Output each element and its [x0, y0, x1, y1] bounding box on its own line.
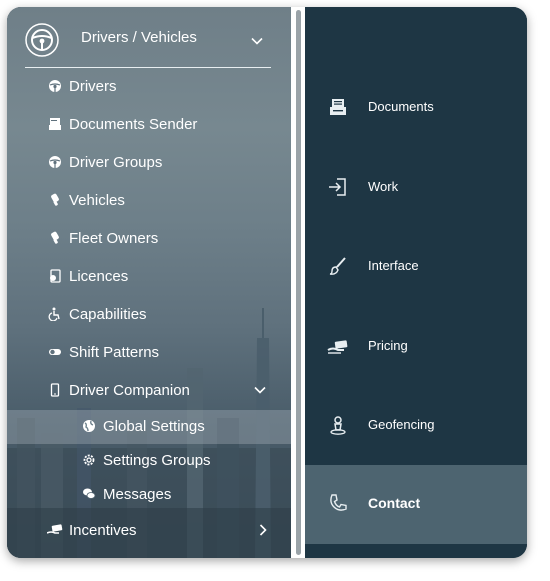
toggle-icon — [47, 344, 63, 360]
submenu-item-label: Settings Groups — [103, 451, 211, 469]
settings-nav-interface[interactable]: Interface — [305, 228, 527, 307]
main-menu-panel: Drivers / Vehicles Drivers Documents Sen… — [7, 7, 291, 558]
steering-wheel-icon — [47, 78, 63, 94]
menu-item-label: Vehicles — [69, 191, 125, 209]
settings-nav-pricing[interactable]: Pricing — [305, 308, 527, 387]
location-person-icon — [330, 416, 346, 435]
menu-item-label: Drivers — [69, 77, 117, 95]
menu-item-licences[interactable]: Licences — [47, 264, 128, 288]
menu-item-label: Licences — [69, 267, 129, 285]
menu-item-drivers[interactable]: Drivers — [47, 74, 117, 98]
menu-item-label: Capabilities — [69, 305, 147, 323]
menu-item-label: Driver Groups — [69, 153, 163, 171]
submenu-item-label: Messages — [103, 485, 172, 503]
phone-handset-icon — [330, 494, 347, 511]
settings-nav-label: Pricing — [368, 338, 408, 353]
money-hand-icon — [47, 522, 63, 538]
settings-nav-label: Contact — [368, 495, 421, 511]
globe-icon — [81, 418, 97, 434]
scrollbar-thumb[interactable] — [296, 10, 301, 555]
menu-item-capabilities[interactable]: Capabilities — [47, 302, 147, 326]
wheelchair-icon — [47, 306, 63, 322]
menu-item-fleet-owners[interactable]: Fleet Owners — [47, 226, 158, 250]
paint-brush-icon — [329, 257, 346, 275]
chevron-down-icon[interactable] — [254, 384, 266, 396]
document-stack-icon — [47, 116, 63, 132]
chevron-right-icon[interactable] — [257, 524, 269, 536]
sign-in-icon — [329, 178, 346, 196]
settings-nav-label: Work — [368, 179, 399, 194]
chevron-down-icon[interactable] — [251, 35, 263, 47]
settings-nav-contact[interactable]: Contact — [305, 465, 527, 544]
gear-icon — [81, 452, 97, 468]
menu-item-label: Driver Companion — [69, 381, 190, 399]
menu-header[interactable]: Drivers / Vehicles — [25, 21, 271, 68]
menu-item-shift-patterns[interactable]: Shift Patterns — [47, 340, 159, 364]
menu-title: Drivers / Vehicles — [81, 29, 197, 46]
menu-item-label: Documents Sender — [69, 115, 198, 133]
chat-bubbles-icon — [81, 486, 97, 502]
menu-item-driver-groups[interactable]: Driver Groups — [47, 150, 162, 174]
menu-item-label: Shift Patterns — [69, 343, 160, 361]
money-hand-icon — [327, 340, 348, 354]
submenu-item-messages[interactable]: Messages — [81, 482, 171, 506]
menu-item-vehicles[interactable]: Vehicles — [47, 188, 125, 212]
steering-wheel-icon — [25, 23, 59, 57]
settings-nav-work[interactable]: Work — [305, 149, 527, 228]
car-key-icon — [47, 192, 63, 208]
menu-item-label: Incentives — [69, 521, 137, 539]
menu-item-documents-sender[interactable]: Documents Sender — [47, 112, 197, 136]
menu-item-label: Fleet Owners — [69, 229, 159, 247]
submenu-item-label: Global Settings — [103, 417, 205, 435]
app-window: Drivers / Vehicles Drivers Documents Sen… — [7, 7, 527, 558]
menu-item-incentives[interactable]: Incentives — [47, 518, 137, 542]
steering-wheel-icon — [47, 154, 63, 170]
settings-nav-panel: Documents Work Interface Pricing Geofenc… — [305, 7, 527, 558]
settings-nav-documents[interactable]: Documents — [305, 69, 527, 148]
settings-nav-label: Documents — [368, 99, 434, 114]
phone-icon — [47, 382, 63, 398]
license-icon — [47, 268, 63, 284]
settings-nav-label: Geofencing — [368, 417, 435, 432]
submenu-item-global-settings[interactable]: Global Settings — [81, 414, 205, 438]
settings-nav-label: Interface — [368, 258, 419, 273]
document-stack-icon — [330, 99, 346, 115]
settings-nav-geofencing[interactable]: Geofencing — [305, 387, 527, 466]
menu-item-driver-companion[interactable]: Driver Companion — [47, 378, 190, 402]
car-key-icon — [47, 230, 63, 246]
submenu-item-settings-groups[interactable]: Settings Groups — [81, 448, 211, 472]
